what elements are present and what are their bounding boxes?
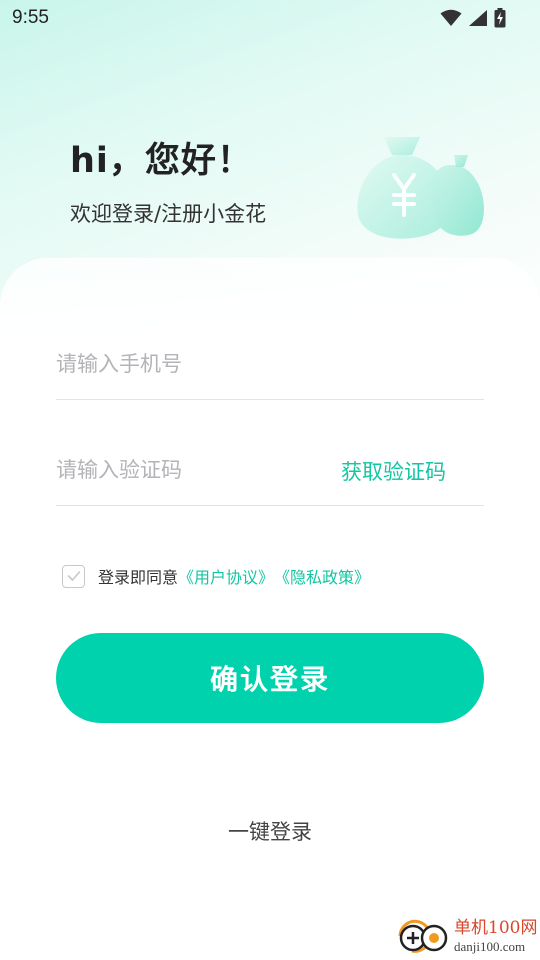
- code-field-row: 获取验证码: [56, 434, 484, 506]
- privacy-policy-link[interactable]: 《隐私政策》: [274, 564, 370, 588]
- wifi-icon: [440, 9, 462, 26]
- watermark-domain: danji100.com: [454, 938, 526, 954]
- user-agreement-link[interactable]: 《用户协议》: [178, 564, 274, 588]
- status-bar: 9:55: [0, 0, 540, 36]
- greeting-title: hi，您好！: [70, 141, 253, 181]
- status-icons: [440, 8, 506, 28]
- watermark-logo: [398, 919, 448, 953]
- verification-code-input[interactable]: [56, 449, 316, 490]
- check-icon: [67, 571, 80, 581]
- battery-charging-icon: [494, 8, 506, 28]
- agreement-row: 登录即同意 《用户协议》 《隐私政策》: [62, 564, 370, 588]
- money-bag-icon: [357, 137, 484, 239]
- status-time: 9:55: [12, 7, 49, 28]
- cellular-signal-icon: [469, 10, 487, 26]
- watermark-name: 单机100网: [454, 917, 538, 938]
- watermark-text: 单机100网 danji100.com: [454, 917, 538, 954]
- phone-field-row: [56, 328, 484, 400]
- watermark: 单机100网 danji100.com: [394, 914, 537, 958]
- phone-input[interactable]: [56, 343, 316, 384]
- get-code-button[interactable]: 获取验证码: [341, 456, 446, 486]
- welcome-subtitle: 欢迎登录/注册小金花: [70, 202, 267, 226]
- one-click-login-link[interactable]: 一键登录: [0, 816, 540, 846]
- agreement-prefix: 登录即同意: [98, 568, 179, 587]
- confirm-login-button[interactable]: 确认登录: [56, 633, 484, 723]
- agreement-checkbox[interactable]: [62, 564, 85, 588]
